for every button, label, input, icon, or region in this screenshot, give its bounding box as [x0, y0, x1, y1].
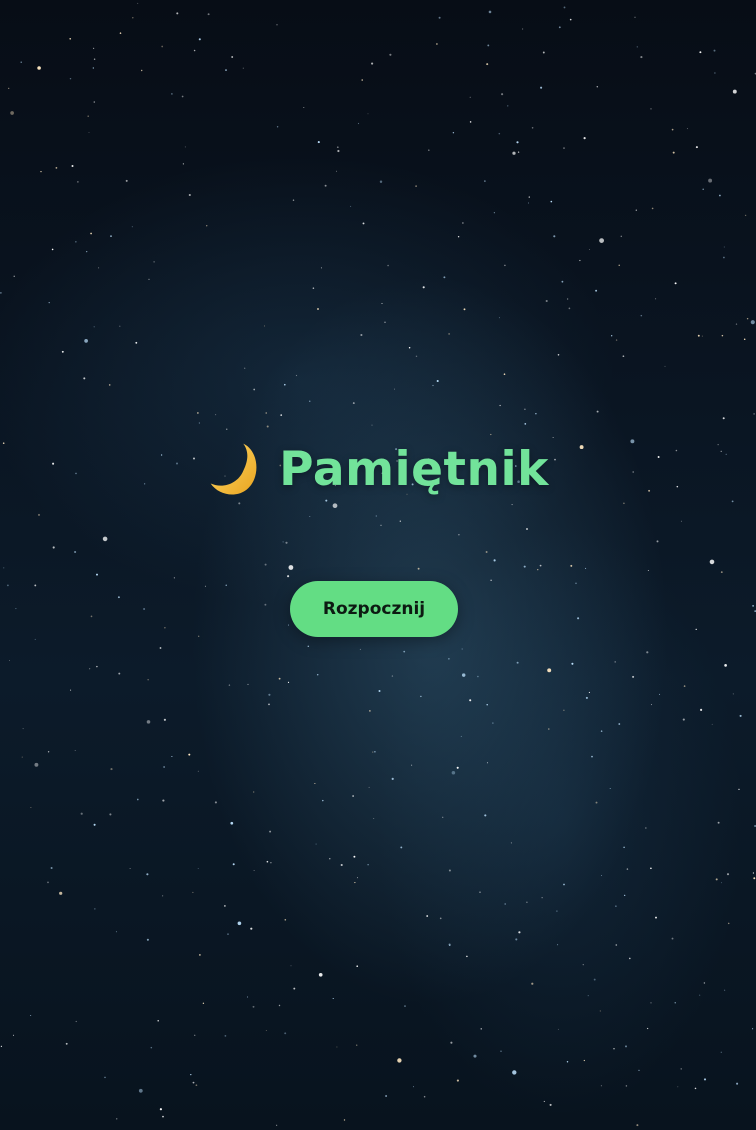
crescent-moon-icon: [210, 443, 257, 495]
starry-sky-background: [0, 2, 756, 1127]
app-title: Pamiętnik: [279, 441, 549, 497]
start-button[interactable]: Rozpocznij: [290, 581, 458, 637]
page-title: Pamiętnik: [207, 440, 549, 498]
hero: Pamiętnik: [0, 440, 756, 502]
